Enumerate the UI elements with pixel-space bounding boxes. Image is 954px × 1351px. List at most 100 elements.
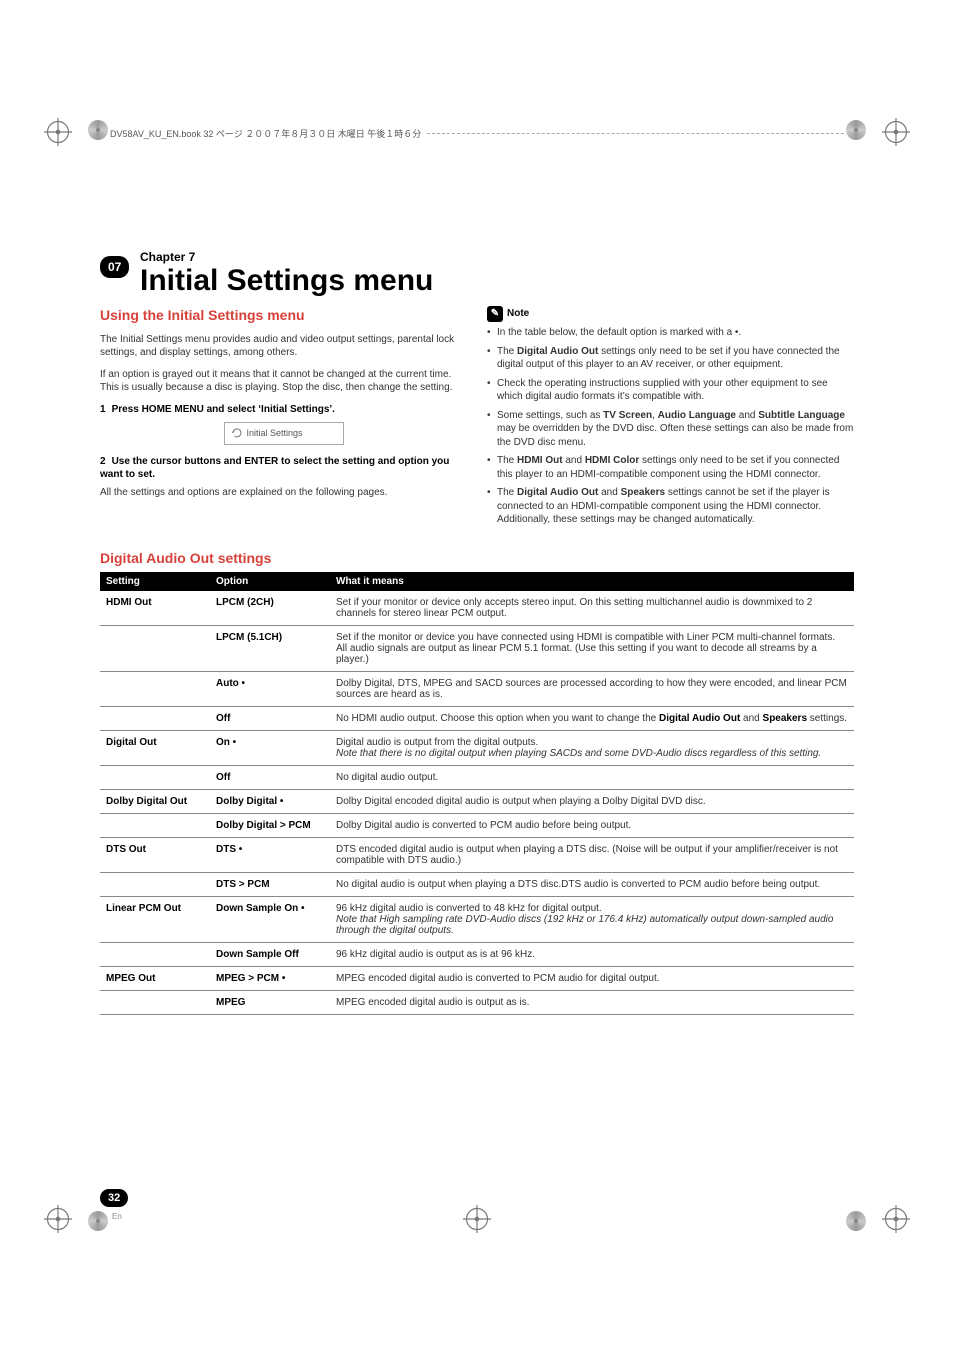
cell-setting: DTS Out: [100, 837, 210, 872]
page-title: Initial Settings menu: [140, 264, 854, 298]
table-row: MPEGMPEG encoded digital audio is output…: [100, 990, 854, 1014]
note-label: Note: [507, 307, 529, 321]
cell-description: 96 kHz digital audio is converted to 48 …: [330, 896, 854, 942]
step-2: 2Use the cursor buttons and ENTER to sel…: [100, 455, 467, 482]
cell-description: Dolby Digital audio is converted to PCM …: [330, 813, 854, 837]
registration-mark-icon: [44, 118, 72, 146]
th-setting: Setting: [100, 572, 210, 591]
cell-option: DTS > PCM: [210, 872, 330, 896]
cell-setting: [100, 625, 210, 671]
using-heading: Using the Initial Settings menu: [100, 306, 467, 325]
note-item: The Digital Audio Out and Speakers setti…: [487, 486, 854, 527]
cell-setting: Linear PCM Out: [100, 896, 210, 942]
cell-setting: [100, 872, 210, 896]
step-1-number: 1: [100, 404, 106, 415]
cell-setting: Dolby Digital Out: [100, 789, 210, 813]
cell-description: DTS encoded digital audio is output when…: [330, 837, 854, 872]
cell-setting: [100, 942, 210, 966]
cell-option: DTS •: [210, 837, 330, 872]
cell-option: On •: [210, 730, 330, 765]
initial-settings-box: Initial Settings: [224, 422, 344, 444]
table-row: Digital OutOn •Digital audio is output f…: [100, 730, 854, 765]
initial-settings-box-label: Initial Settings: [247, 427, 303, 439]
cell-description: Dolby Digital encoded digital audio is o…: [330, 789, 854, 813]
cell-option: Dolby Digital •: [210, 789, 330, 813]
table-row: DTS OutDTS •DTS encoded digital audio is…: [100, 837, 854, 872]
after-step-2-text: All the settings and options are explain…: [100, 486, 467, 500]
table-row: Down Sample Off96 kHz digital audio is o…: [100, 942, 854, 966]
corner-ornament-icon: [88, 120, 108, 140]
cell-setting: HDMI Out: [100, 591, 210, 626]
page-number-badge: 32: [100, 1189, 128, 1207]
note-item: The HDMI Out and HDMI Color settings onl…: [487, 454, 854, 481]
cell-description: No digital audio is output when playing …: [330, 872, 854, 896]
cell-description: Set if your monitor or device only accep…: [330, 591, 854, 626]
table-header-row: Setting Option What it means: [100, 572, 854, 591]
note-item: The Digital Audio Out settings only need…: [487, 345, 854, 372]
cell-option: LPCM (5.1CH): [210, 625, 330, 671]
right-column: ✎ Note In the table below, the default o…: [487, 306, 854, 532]
cell-option: Off: [210, 706, 330, 730]
cell-description: Set if the monitor or device you have co…: [330, 625, 854, 671]
cell-setting: [100, 990, 210, 1014]
cell-setting: [100, 765, 210, 789]
cell-option: Dolby Digital > PCM: [210, 813, 330, 837]
cell-setting: Digital Out: [100, 730, 210, 765]
cell-option: MPEG > PCM •: [210, 966, 330, 990]
table-row: DTS > PCMNo digital audio is output when…: [100, 872, 854, 896]
step-2-text: Use the cursor buttons and ENTER to sele…: [100, 456, 449, 481]
registration-mark-icon: [463, 1205, 491, 1233]
registration-mark-icon: [882, 1205, 910, 1233]
cell-option: Auto •: [210, 671, 330, 706]
cell-setting: [100, 706, 210, 730]
cell-description: Digital audio is output from the digital…: [330, 730, 854, 765]
table-row: HDMI OutLPCM (2CH)Set if your monitor or…: [100, 591, 854, 626]
digital-audio-heading: Digital Audio Out settings: [100, 550, 854, 566]
note-heading: ✎ Note: [487, 306, 529, 322]
table-row: MPEG OutMPEG > PCM •MPEG encoded digital…: [100, 966, 854, 990]
intro-paragraph-2: If an option is grayed out it means that…: [100, 368, 467, 395]
table-row: Dolby Digital > PCMDolby Digital audio i…: [100, 813, 854, 837]
book-header-text: DV58AV_KU_EN.book 32 ページ ２００７年８月３０日 木曜日 …: [110, 127, 421, 140]
registration-mark-icon: [44, 1205, 72, 1233]
cell-option: MPEG: [210, 990, 330, 1014]
corner-ornament-icon: [88, 1211, 108, 1231]
note-item: In the table below, the default option i…: [487, 326, 854, 340]
step-2-number: 2: [100, 456, 106, 467]
cell-option: LPCM (2CH): [210, 591, 330, 626]
cell-description: MPEG encoded digital audio is converted …: [330, 966, 854, 990]
loop-icon: [231, 427, 243, 439]
cell-description: Dolby Digital, DTS, MPEG and SACD source…: [330, 671, 854, 706]
table-row: Auto •Dolby Digital, DTS, MPEG and SACD …: [100, 671, 854, 706]
note-item: Check the operating instructions supplie…: [487, 377, 854, 404]
table-row: OffNo digital audio output.: [100, 765, 854, 789]
cell-setting: [100, 671, 210, 706]
note-item: Some settings, such as TV Screen, Audio …: [487, 409, 854, 450]
th-option: Option: [210, 572, 330, 591]
corner-ornament-icon: [846, 1211, 866, 1231]
intro-paragraph-1: The Initial Settings menu provides audio…: [100, 333, 467, 360]
cell-option: Down Sample On •: [210, 896, 330, 942]
cell-setting: MPEG Out: [100, 966, 210, 990]
cell-description: 96 kHz digital audio is output as is at …: [330, 942, 854, 966]
table-row: LPCM (5.1CH)Set if the monitor or device…: [100, 625, 854, 671]
table-row: Linear PCM OutDown Sample On •96 kHz dig…: [100, 896, 854, 942]
cell-description: MPEG encoded digital audio is output as …: [330, 990, 854, 1014]
left-column: Using the Initial Settings menu The Init…: [100, 306, 467, 532]
dashed-line: [427, 133, 844, 134]
table-row: OffNo HDMI audio output. Choose this opt…: [100, 706, 854, 730]
corner-ornament-icon: [846, 120, 866, 140]
chapter-badge: 07: [100, 256, 129, 278]
settings-table: Setting Option What it means HDMI OutLPC…: [100, 572, 854, 1015]
page-language: En: [112, 1212, 122, 1221]
step-1-text: Press HOME MENU and select ‘Initial Sett…: [112, 404, 335, 415]
cell-description: No HDMI audio output. Choose this option…: [330, 706, 854, 730]
cell-option: Down Sample Off: [210, 942, 330, 966]
cell-option: Off: [210, 765, 330, 789]
table-row: Dolby Digital OutDolby Digital •Dolby Di…: [100, 789, 854, 813]
cell-description: No digital audio output.: [330, 765, 854, 789]
cell-setting: [100, 813, 210, 837]
book-header: DV58AV_KU_EN.book 32 ページ ２００７年８月３０日 木曜日 …: [110, 126, 844, 140]
registration-mark-icon: [882, 118, 910, 146]
note-list: In the table below, the default option i…: [487, 326, 854, 527]
